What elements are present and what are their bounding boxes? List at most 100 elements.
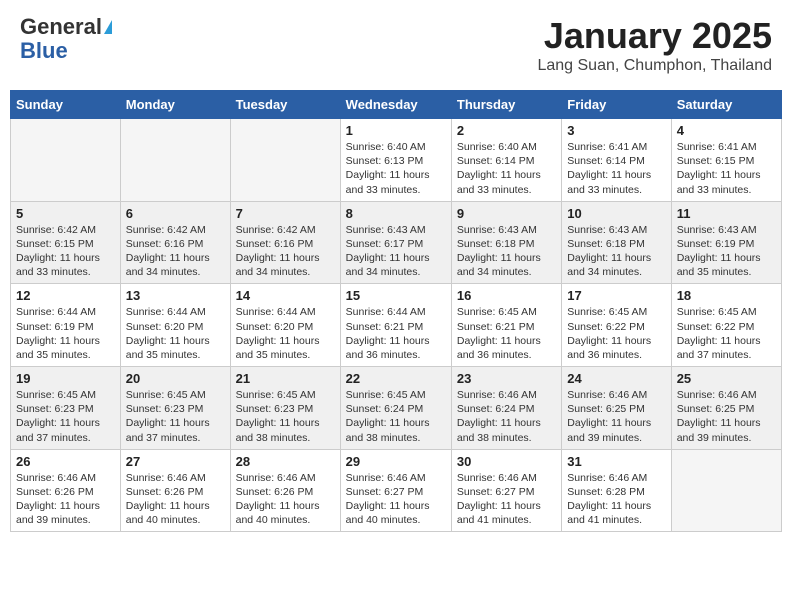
weekday-header-tuesday: Tuesday (230, 91, 340, 119)
day-number: 26 (16, 454, 115, 469)
day-info: Sunrise: 6:46 AM Sunset: 6:25 PM Dayligh… (677, 388, 776, 445)
day-info: Sunrise: 6:46 AM Sunset: 6:26 PM Dayligh… (126, 471, 225, 528)
calendar-day-cell: 26 Sunrise: 6:46 AM Sunset: 6:26 PM Dayli… (11, 449, 121, 532)
day-info: Sunrise: 6:45 AM Sunset: 6:23 PM Dayligh… (126, 388, 225, 445)
day-info: Sunrise: 6:44 AM Sunset: 6:20 PM Dayligh… (126, 305, 225, 362)
calendar-day-cell: 18 Sunrise: 6:45 AM Sunset: 6:22 PM Dayli… (671, 284, 781, 367)
day-info: Sunrise: 6:42 AM Sunset: 6:16 PM Dayligh… (126, 223, 225, 280)
calendar-day-cell: 22 Sunrise: 6:45 AM Sunset: 6:24 PM Dayli… (340, 367, 451, 450)
day-info: Sunrise: 6:45 AM Sunset: 6:23 PM Dayligh… (236, 388, 335, 445)
calendar-day-cell: 5 Sunrise: 6:42 AM Sunset: 6:15 PM Daylig… (11, 201, 121, 284)
logo-blue-text: Blue (20, 39, 68, 63)
weekday-header-friday: Friday (562, 91, 671, 119)
day-info: Sunrise: 6:43 AM Sunset: 6:18 PM Dayligh… (457, 223, 556, 280)
day-number: 31 (567, 454, 665, 469)
day-info: Sunrise: 6:46 AM Sunset: 6:28 PM Dayligh… (567, 471, 665, 528)
calendar-day-cell: 29Sunrise: 6:46 AM Sunset: 6:27 PM Dayli… (340, 449, 451, 532)
calendar-day-cell: 2 Sunrise: 6:40 AM Sunset: 6:14 PM Daylig… (451, 119, 561, 202)
calendar-week-row: 1 Sunrise: 6:40 AM Sunset: 6:13 PM Daylig… (11, 119, 782, 202)
day-number: 6 (126, 206, 225, 221)
calendar-day-cell: 31 Sunrise: 6:46 AM Sunset: 6:28 PM Dayli… (562, 449, 671, 532)
calendar-day-cell: 28Sunrise: 6:46 AM Sunset: 6:26 PM Dayli… (230, 449, 340, 532)
day-info: Sunrise: 6:45 AM Sunset: 6:23 PM Dayligh… (16, 388, 115, 445)
logo-triangle-icon (104, 20, 112, 34)
calendar-day-cell: 14 Sunrise: 6:44 AM Sunset: 6:20 PM Dayli… (230, 284, 340, 367)
calendar-day-cell: 21 Sunrise: 6:45 AM Sunset: 6:23 PM Dayli… (230, 367, 340, 450)
day-info: Sunrise: 6:40 AM Sunset: 6:14 PM Dayligh… (457, 140, 556, 197)
day-number: 19 (16, 371, 115, 386)
day-info: Sunrise: 6:40 AM Sunset: 6:13 PM Dayligh… (346, 140, 446, 197)
calendar-table: SundayMondayTuesdayWednesdayThursdayFrid… (10, 90, 782, 532)
weekday-header-thursday: Thursday (451, 91, 561, 119)
day-info: Sunrise: 6:45 AM Sunset: 6:24 PM Dayligh… (346, 388, 446, 445)
day-number: 13 (126, 288, 225, 303)
calendar-day-cell: 13 Sunrise: 6:44 AM Sunset: 6:20 PM Dayli… (120, 284, 230, 367)
day-number: 2 (457, 123, 556, 138)
weekday-header-saturday: Saturday (671, 91, 781, 119)
calendar-day-cell: 8Sunrise: 6:43 AM Sunset: 6:17 PM Daylig… (340, 201, 451, 284)
day-info: Sunrise: 6:46 AM Sunset: 6:27 PM Dayligh… (457, 471, 556, 528)
day-info: Sunrise: 6:44 AM Sunset: 6:21 PM Dayligh… (346, 305, 446, 362)
day-info: Sunrise: 6:46 AM Sunset: 6:26 PM Dayligh… (16, 471, 115, 528)
day-number: 15 (346, 288, 446, 303)
day-number: 25 (677, 371, 776, 386)
day-number: 22 (346, 371, 446, 386)
calendar-day-cell: 1 Sunrise: 6:40 AM Sunset: 6:13 PM Daylig… (340, 119, 451, 202)
day-info: Sunrise: 6:46 AM Sunset: 6:27 PM Dayligh… (346, 471, 446, 528)
day-number: 4 (677, 123, 776, 138)
calendar-week-row: 12 Sunrise: 6:44 AM Sunset: 6:19 PM Dayli… (11, 284, 782, 367)
day-number: 27 (126, 454, 225, 469)
calendar-day-cell: 23Sunrise: 6:46 AM Sunset: 6:24 PM Dayli… (451, 367, 561, 450)
day-number: 9 (457, 206, 556, 221)
day-info: Sunrise: 6:45 AM Sunset: 6:21 PM Dayligh… (457, 305, 556, 362)
day-number: 10 (567, 206, 665, 221)
day-info: Sunrise: 6:45 AM Sunset: 6:22 PM Dayligh… (677, 305, 776, 362)
calendar-day-cell: 27 Sunrise: 6:46 AM Sunset: 6:26 PM Dayli… (120, 449, 230, 532)
day-number: 18 (677, 288, 776, 303)
calendar-day-cell: 19 Sunrise: 6:45 AM Sunset: 6:23 PM Dayli… (11, 367, 121, 450)
day-number: 11 (677, 206, 776, 221)
day-number: 20 (126, 371, 225, 386)
title-block: January 2025 Lang Suan, Chumphon, Thaila… (537, 15, 772, 75)
calendar-week-row: 19 Sunrise: 6:45 AM Sunset: 6:23 PM Dayli… (11, 367, 782, 450)
calendar-day-cell: 7 Sunrise: 6:42 AM Sunset: 6:16 PM Daylig… (230, 201, 340, 284)
day-info: Sunrise: 6:43 AM Sunset: 6:18 PM Dayligh… (567, 223, 665, 280)
day-number: 12 (16, 288, 115, 303)
day-number: 30 (457, 454, 556, 469)
day-number: 16 (457, 288, 556, 303)
day-number: 5 (16, 206, 115, 221)
calendar-day-cell: 9 Sunrise: 6:43 AM Sunset: 6:18 PM Daylig… (451, 201, 561, 284)
day-info: Sunrise: 6:42 AM Sunset: 6:16 PM Dayligh… (236, 223, 335, 280)
location-title: Lang Suan, Chumphon, Thailand (537, 57, 772, 75)
calendar-day-cell: 3 Sunrise: 6:41 AM Sunset: 6:14 PM Daylig… (562, 119, 671, 202)
day-number: 1 (346, 123, 446, 138)
calendar-day-cell: 4 Sunrise: 6:41 AM Sunset: 6:15 PM Daylig… (671, 119, 781, 202)
calendar-day-cell: 17Sunrise: 6:45 AM Sunset: 6:22 PM Dayli… (562, 284, 671, 367)
day-number: 21 (236, 371, 335, 386)
day-info: Sunrise: 6:44 AM Sunset: 6:19 PM Dayligh… (16, 305, 115, 362)
day-info: Sunrise: 6:41 AM Sunset: 6:15 PM Dayligh… (677, 140, 776, 197)
calendar-day-cell (11, 119, 121, 202)
day-info: Sunrise: 6:46 AM Sunset: 6:26 PM Dayligh… (236, 471, 335, 528)
weekday-header-monday: Monday (120, 91, 230, 119)
calendar-day-cell: 12 Sunrise: 6:44 AM Sunset: 6:19 PM Dayli… (11, 284, 121, 367)
day-number: 24 (567, 371, 665, 386)
calendar-day-cell: 11Sunrise: 6:43 AM Sunset: 6:19 PM Dayli… (671, 201, 781, 284)
calendar-day-cell: 24Sunrise: 6:46 AM Sunset: 6:25 PM Dayli… (562, 367, 671, 450)
day-info: Sunrise: 6:46 AM Sunset: 6:24 PM Dayligh… (457, 388, 556, 445)
calendar-day-cell: 16 Sunrise: 6:45 AM Sunset: 6:21 PM Dayli… (451, 284, 561, 367)
day-info: Sunrise: 6:42 AM Sunset: 6:15 PM Dayligh… (16, 223, 115, 280)
day-info: Sunrise: 6:45 AM Sunset: 6:22 PM Dayligh… (567, 305, 665, 362)
day-info: Sunrise: 6:44 AM Sunset: 6:20 PM Dayligh… (236, 305, 335, 362)
logo: General Blue (20, 15, 112, 63)
day-number: 14 (236, 288, 335, 303)
weekday-header-wednesday: Wednesday (340, 91, 451, 119)
logo-general-text: General (20, 15, 102, 39)
calendar-day-cell: 20 Sunrise: 6:45 AM Sunset: 6:23 PM Dayli… (120, 367, 230, 450)
calendar-day-cell: 25 Sunrise: 6:46 AM Sunset: 6:25 PM Dayli… (671, 367, 781, 450)
day-number: 7 (236, 206, 335, 221)
day-number: 3 (567, 123, 665, 138)
day-info: Sunrise: 6:41 AM Sunset: 6:14 PM Dayligh… (567, 140, 665, 197)
weekday-header-row: SundayMondayTuesdayWednesdayThursdayFrid… (11, 91, 782, 119)
month-title: January 2025 (537, 15, 772, 57)
